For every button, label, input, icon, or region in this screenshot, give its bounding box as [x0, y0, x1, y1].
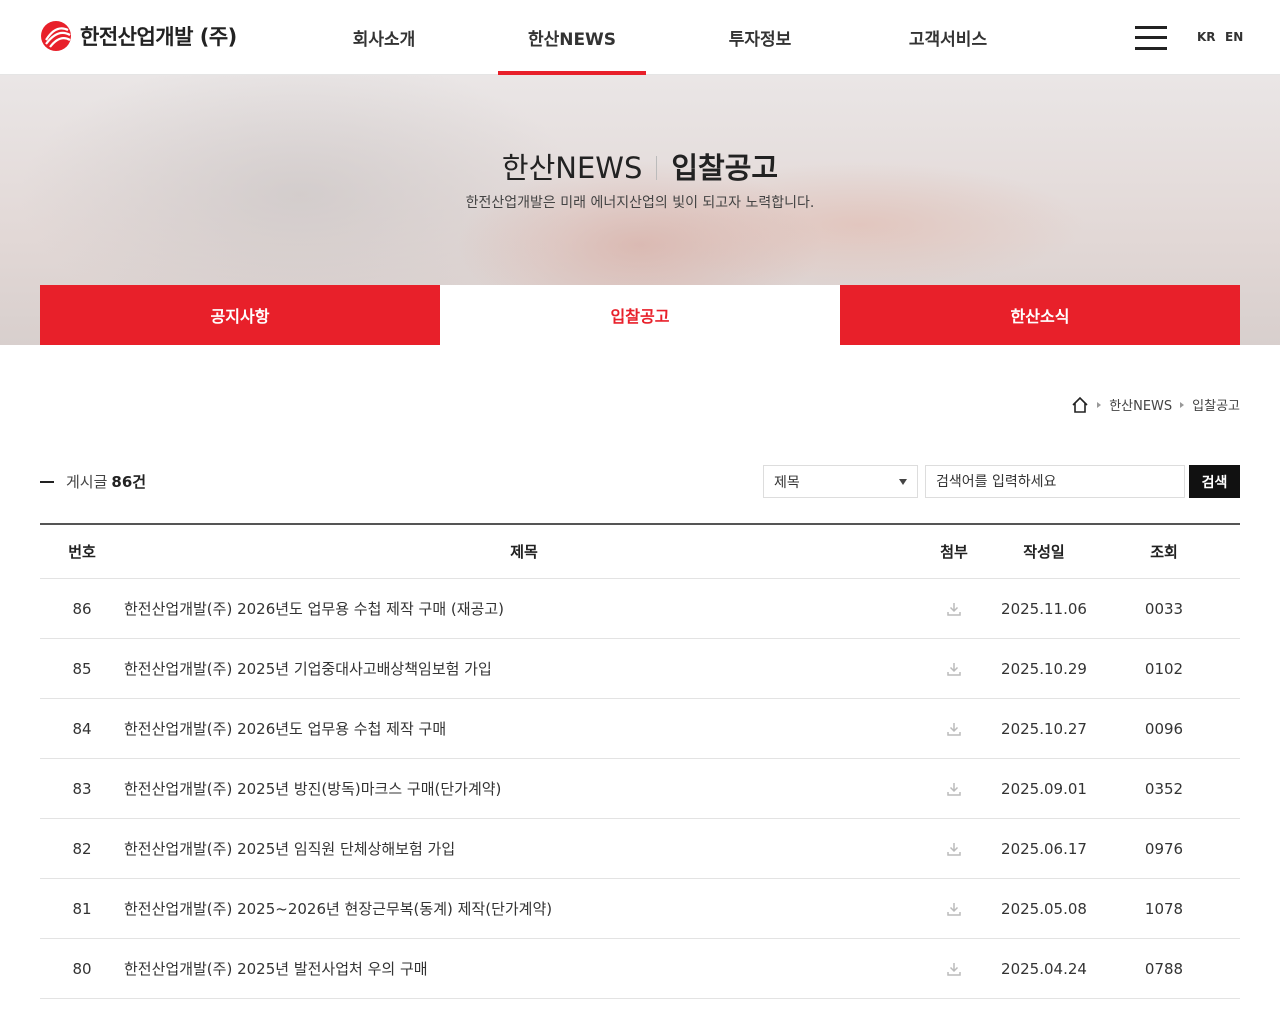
breadcrumb-item-bid[interactable]: 입찰공고 [1192, 395, 1240, 414]
col-date: 작성일 [1023, 543, 1065, 561]
nav-item-news[interactable]: 한산NEWS [478, 0, 666, 75]
row-views: 0352 [1144, 779, 1184, 798]
download-icon[interactable] [924, 840, 984, 858]
row-number: 82 [72, 839, 92, 858]
table-row[interactable]: 82 한전산업개발(주) 2025년 임직원 단체상해보험 가입 2025.06.1… [40, 819, 1240, 879]
row-title-link[interactable]: 한전산업개발(주) 2025년 임직원 단체상해보험 가입 [124, 838, 924, 859]
row-views: 0096 [1144, 719, 1184, 738]
nav-item-investment[interactable]: 투자정보 [666, 0, 854, 75]
table-header: 번호 제목 첨부 작성일 조회 [40, 525, 1240, 579]
row-date: 2025.10.27 [1001, 719, 1087, 738]
download-icon[interactable] [924, 600, 984, 618]
tab-notice[interactable]: 공지사항 [40, 285, 440, 345]
post-count: 게시글 86건 [40, 471, 146, 492]
row-number: 81 [72, 899, 92, 918]
breadcrumb-item-news[interactable]: 한산NEWS [1109, 395, 1172, 414]
search-field-value: 제목 [774, 474, 800, 491]
table-row[interactable]: 84 한전산업개발(주) 2026년도 업무용 수첩 제작 구매 2025.10.2… [40, 699, 1240, 759]
download-icon[interactable] [924, 900, 984, 918]
row-title-link[interactable]: 한전산업개발(주) 2026년도 업무용 수첩 제작 구매 [124, 718, 924, 739]
row-number: 84 [72, 719, 92, 738]
table-row[interactable]: 80 한전산업개발(주) 2025년 발전사업처 우의 구매 2025.04.24 0… [40, 939, 1240, 999]
tab-news[interactable]: 한산소식 [840, 285, 1240, 345]
table-row[interactable]: 86 한전산업개발(주) 2026년도 업무용 수첩 제작 구매 (재공고) 202… [40, 579, 1240, 639]
col-number: 번호 [68, 543, 96, 561]
row-number: 86 [72, 599, 92, 618]
main-nav: 회사소개 한산NEWS 투자정보 고객서비스 [290, 0, 1042, 75]
search-bar: 제목 검색 [763, 465, 1240, 498]
row-date: 2025.06.17 [1001, 839, 1087, 858]
table-row[interactable]: 81 한전산업개발(주) 2025~2026년 현장근무복(동계) 제작(단가계약… [40, 879, 1240, 939]
download-icon[interactable] [924, 660, 984, 678]
table-row[interactable]: 83 한전산업개발(주) 2025년 방진(방독)마크스 구매(단가계약) 2025… [40, 759, 1240, 819]
row-views: 0033 [1144, 599, 1184, 618]
col-title: 제목 [510, 543, 538, 561]
logo-icon [41, 21, 71, 51]
row-date: 2025.11.06 [1001, 599, 1087, 618]
row-views: 0976 [1144, 839, 1184, 858]
nav-item-customer-service[interactable]: 고객서비스 [854, 0, 1042, 75]
lang-en-link[interactable]: EN [1225, 30, 1243, 44]
row-date: 2025.05.08 [1001, 899, 1087, 918]
logo[interactable]: 한전산업개발 (주) [40, 18, 237, 54]
breadcrumb: 한산NEWS 입찰공고 [1071, 395, 1240, 414]
col-attachment: 첨부 [940, 543, 968, 561]
breadcrumb-arrow-icon [1180, 401, 1185, 408]
breadcrumb-arrow-icon [1097, 401, 1102, 408]
tab-bid[interactable]: 입찰공고 [440, 285, 840, 345]
download-icon[interactable] [924, 960, 984, 978]
table-row[interactable]: 85 한전산업개발(주) 2025년 기업중대사고배상책임보험 가입 2025.10… [40, 639, 1240, 699]
chevron-down-icon [899, 478, 907, 485]
search-field-select[interactable]: 제목 [763, 465, 918, 498]
bid-table: 번호 제목 첨부 작성일 조회 86 한전산업개발(주) 2026년도 업무용 수… [40, 523, 1240, 999]
page-name: 입찰공고 [671, 151, 779, 185]
lang-kr-link[interactable]: KR [1197, 30, 1216, 44]
sub-tabs: 공지사항 입찰공고 한산소식 [40, 285, 1240, 345]
row-title-link[interactable]: 한전산업개발(주) 2025~2026년 현장근무복(동계) 제작(단가계약) [124, 898, 924, 919]
download-icon[interactable] [924, 780, 984, 798]
count-dash [40, 480, 54, 483]
row-views: 0788 [1144, 959, 1184, 978]
row-title-link[interactable]: 한전산업개발(주) 2026년도 업무용 수첩 제작 구매 (재공고) [124, 598, 924, 619]
row-date: 2025.09.01 [1001, 779, 1087, 798]
row-number: 83 [72, 779, 92, 798]
title-divider [656, 156, 658, 180]
search-button[interactable]: 검색 [1189, 465, 1240, 498]
row-date: 2025.04.24 [1001, 959, 1087, 978]
page-subtitle: 한전산업개발은 미래 에너지산업의 빛이 되고자 노력합니다. [465, 195, 815, 211]
count-label: 게시글 [66, 473, 108, 491]
count-value: 86건 [111, 473, 147, 491]
hamburger-menu-icon[interactable] [1135, 26, 1167, 50]
search-input[interactable] [925, 465, 1185, 498]
page-title: 한산NEWS 입찰공고 [0, 145, 1280, 187]
row-views: 0102 [1144, 659, 1184, 678]
row-views: 1078 [1144, 899, 1184, 918]
row-date: 2025.10.29 [1001, 659, 1087, 678]
home-icon[interactable] [1071, 396, 1089, 414]
row-number: 80 [72, 959, 92, 978]
section-name: 한산NEWS [501, 151, 643, 185]
site-header: 한전산업개발 (주) 회사소개 한산NEWS 투자정보 고객서비스 KR EN [0, 0, 1280, 75]
row-title-link[interactable]: 한전산업개발(주) 2025년 기업중대사고배상책임보험 가입 [124, 658, 924, 679]
download-icon[interactable] [924, 720, 984, 738]
row-title-link[interactable]: 한전산업개발(주) 2025년 발전사업처 우의 구매 [124, 958, 924, 979]
row-number: 85 [72, 659, 92, 678]
nav-item-company[interactable]: 회사소개 [290, 0, 478, 75]
row-title-link[interactable]: 한전산업개발(주) 2025년 방진(방독)마크스 구매(단가계약) [124, 778, 924, 799]
logo-text: 한전산업개발 (주) [80, 25, 237, 49]
col-views: 조회 [1150, 543, 1178, 561]
